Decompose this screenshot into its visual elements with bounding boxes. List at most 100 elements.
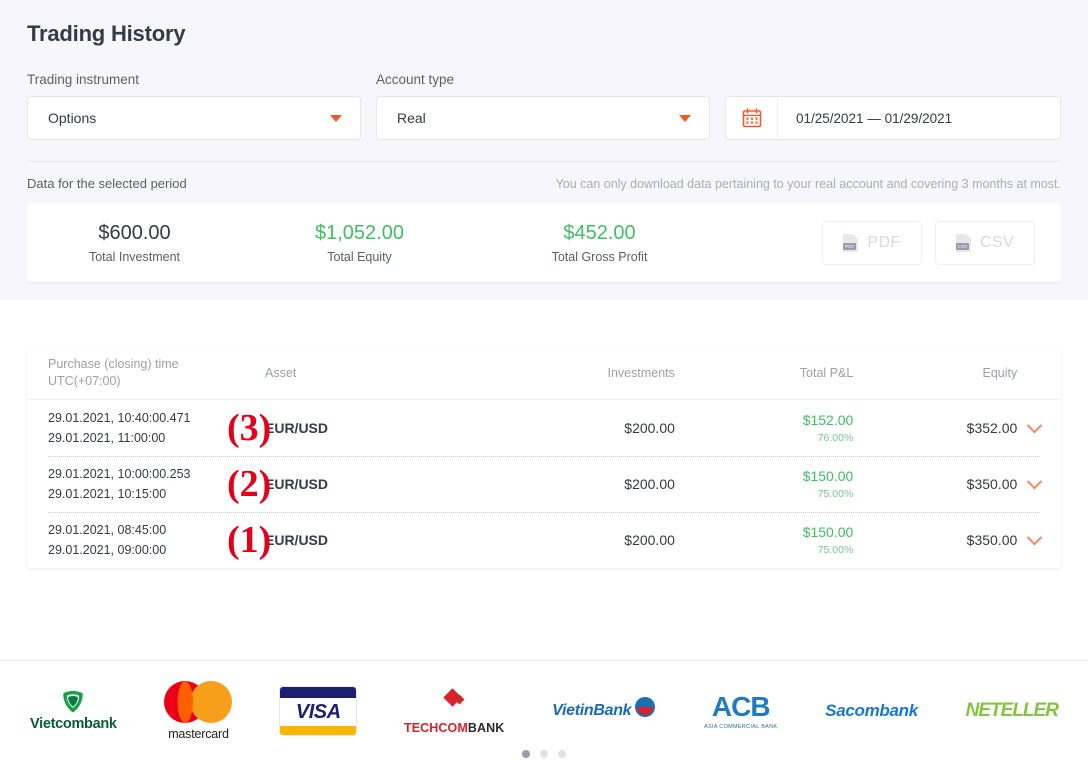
account-type-value: Real — [397, 110, 426, 126]
cell-equity: $350.00 — [966, 476, 1018, 492]
techcombank-icon — [443, 687, 465, 707]
period-info-row: Data for the selected period You can onl… — [27, 162, 1061, 191]
trading-instrument-label: Trading instrument — [27, 72, 140, 87]
visa-top-bar — [280, 687, 357, 698]
logo-neteller[interactable]: NETELLER — [966, 678, 1059, 744]
mastercard-yellow-circle — [190, 681, 233, 723]
row-expand-button[interactable] — [1017, 417, 1051, 434]
chevron-down-icon — [1026, 529, 1042, 545]
techcombank-label: TECHCOMBANK — [404, 721, 504, 735]
carousel-dot-2[interactable] — [540, 750, 548, 758]
vietinbank-wordmark: VietinBank — [552, 697, 656, 720]
logo-vietcombank[interactable]: Vietcombank — [30, 678, 117, 744]
cell-equity: $352.00 — [966, 420, 1018, 436]
logo-acb[interactable]: ACB ASIA COMMERCIAL BANK — [704, 678, 777, 744]
table-row[interactable]: 29.01.2021, 10:00:00.253 29.01.2021, 10:… — [27, 456, 1061, 512]
table-row[interactable]: 29.01.2021, 10:40:00.471 29.01.2021, 11:… — [27, 400, 1061, 456]
cell-pl-percent: 75.00% — [817, 487, 854, 500]
cell-total-pl: $150.00 75.00% — [675, 524, 854, 556]
csv-file-icon: CSV — [955, 233, 971, 252]
total-equity-caption: Total Equity — [327, 249, 392, 264]
trading-instrument-value: Options — [48, 110, 97, 126]
cell-equity: $350.00 — [966, 532, 1018, 548]
chevron-down-icon — [679, 114, 691, 122]
calendar-icon — [742, 108, 761, 128]
download-pdf-button[interactable]: PDF PDF — [822, 220, 922, 265]
vietinbank-label: VietinBank — [552, 702, 632, 719]
column-header-asset: Asset — [265, 365, 297, 380]
download-pdf-label: PDF — [867, 233, 901, 251]
mastercard-label: mastercard — [168, 727, 229, 741]
row-expand-button[interactable] — [1017, 529, 1051, 546]
cell-asset: EUR/USD — [265, 420, 329, 436]
account-type-label: Account type — [376, 72, 455, 87]
trades-table: Purchase (closing) time UTC(+07:00) Asse… — [27, 346, 1061, 568]
payment-logos-carousel: Vietcombank mastercard VISA TECHCOMBANK — [0, 678, 1088, 744]
table-header-row: Purchase (closing) time UTC(+07:00) Asse… — [27, 346, 1061, 400]
cell-pl-amount: $150.00 — [802, 468, 854, 485]
chevron-down-icon — [1026, 417, 1042, 433]
column-header-time-line2: UTC(+07:00) — [48, 373, 121, 388]
acb-sublabel: ASIA COMMERCIAL BANK — [704, 723, 778, 730]
cell-total-pl: $150.00 75.00% — [675, 468, 854, 500]
account-type-field: Account type Real — [376, 72, 710, 140]
calendar-icon-cell[interactable] — [726, 97, 778, 139]
logo-sacombank[interactable]: Sacombank — [825, 678, 918, 744]
cell-asset: EUR/USD — [265, 476, 329, 492]
carousel-dot-3[interactable] — [558, 750, 566, 758]
chevron-down-icon — [1026, 473, 1042, 489]
total-equity-value: $1,052.00 — [315, 221, 404, 244]
top-panel: Trading History Trading instrument Optio… — [0, 0, 1088, 300]
download-note: You can only download data pertaining to… — [555, 176, 1061, 191]
carousel-dot-1[interactable] — [522, 750, 530, 758]
chevron-down-icon — [330, 114, 342, 122]
visa-bottom-bar — [280, 726, 357, 735]
summary-stats-card: $600.00 Total Investment $1,052.00 Total… — [27, 203, 1061, 282]
logo-vietinbank[interactable]: VietinBank — [552, 678, 656, 744]
column-header-time-line1: Purchase (closing) time — [48, 356, 179, 371]
stat-total-equity: $1,052.00 Total Equity — [242, 222, 477, 264]
carousel-dots — [0, 750, 1088, 758]
cell-investments: $200.00 — [624, 476, 675, 492]
trading-history-page: Trading History Trading instrument Optio… — [0, 0, 1088, 768]
logo-mastercard[interactable]: mastercard — [164, 678, 233, 744]
download-csv-button[interactable]: CSV CSV — [935, 220, 1035, 265]
download-buttons: PDF PDF CSV CSV — [822, 220, 1061, 265]
stat-total-gross-profit: $452.00 Total Gross Profit — [477, 222, 722, 264]
cell-asset: EUR/USD — [265, 532, 329, 548]
date-range-picker[interactable]: 01/25/2021 — 01/29/2021 — [725, 96, 1061, 140]
column-header-time: Purchase (closing) time UTC(+07:00) — [48, 356, 265, 390]
column-header-equity: Equity — [982, 365, 1018, 380]
techcombank-label-red: TECHCOM — [404, 720, 468, 735]
total-gross-profit-caption: Total Gross Profit — [551, 249, 648, 264]
logo-techcombank[interactable]: TECHCOMBANK — [404, 678, 504, 744]
cell-pl-percent: 75.00% — [817, 543, 854, 556]
acb-label: ACB — [711, 690, 771, 722]
cell-investments: $200.00 — [624, 420, 675, 436]
page-title: Trading History — [27, 21, 186, 46]
logo-visa[interactable]: VISA — [280, 678, 357, 744]
total-gross-profit-value: $452.00 — [563, 221, 636, 244]
download-csv-label: CSV — [979, 233, 1015, 251]
table-row[interactable]: 29.01.2021, 08:45:00 29.01.2021, 09:00:0… — [27, 512, 1061, 568]
account-type-select[interactable]: Real — [376, 96, 710, 140]
trading-instrument-select[interactable]: Options — [27, 96, 361, 140]
cell-pl-amount: $152.00 — [802, 412, 854, 429]
cell-pl-percent: 76.00% — [817, 431, 854, 444]
total-investment-value: $600.00 — [98, 221, 171, 244]
column-header-investments: Investments — [607, 365, 675, 380]
annotation-marker-1: (1) — [227, 519, 272, 561]
date-range-value: 01/25/2021 — 01/29/2021 — [796, 110, 953, 126]
trading-instrument-field: Trading instrument Options — [27, 72, 361, 140]
mastercard-icon — [164, 681, 233, 723]
vietcombank-icon — [63, 691, 84, 713]
annotation-marker-2: (2) — [227, 463, 272, 505]
sacombank-label: Sacombank — [825, 701, 918, 720]
date-range-field: . — [725, 72, 1061, 140]
vietcombank-label: Vietcombank — [30, 716, 117, 732]
pdf-file-icon-tag: PDF — [843, 242, 857, 250]
visa-label: VISA — [295, 700, 341, 723]
total-investment-caption: Total Investment — [88, 249, 180, 264]
row-expand-button[interactable] — [1017, 473, 1051, 490]
period-label: Data for the selected period — [27, 176, 187, 191]
